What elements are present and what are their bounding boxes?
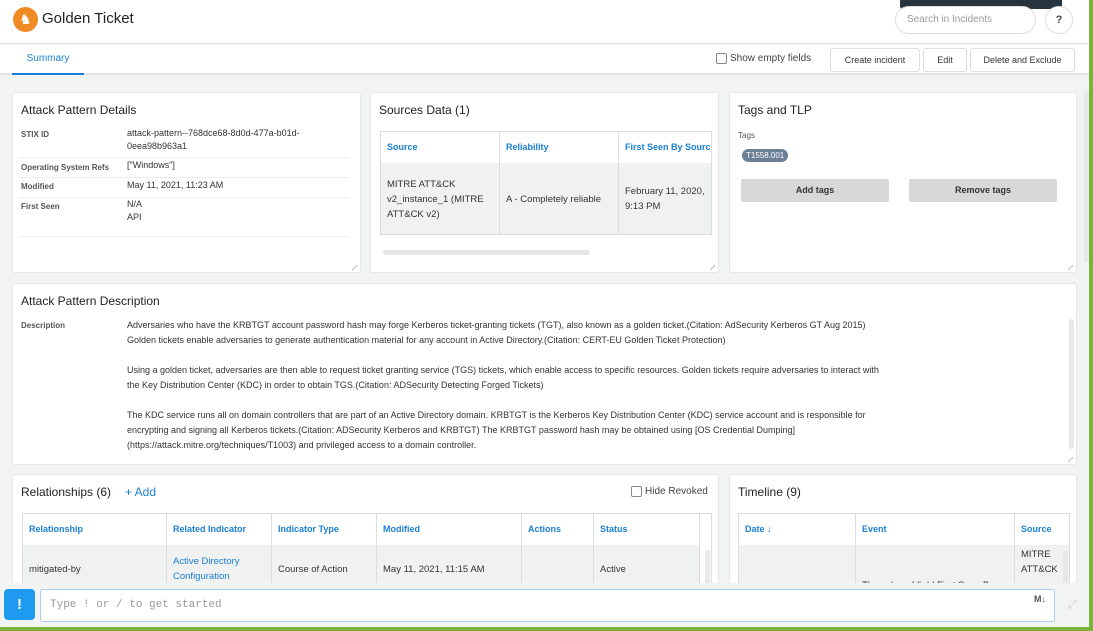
delete-and-exclude-button[interactable]: Delete and Exclude [970,48,1075,72]
help-button[interactable]: ? [1045,6,1073,34]
page-title: Golden Ticket [42,10,134,27]
markdown-icon[interactable]: M↓ [1034,592,1046,606]
card-title: Timeline (9) [738,485,801,499]
header: ♞ Golden Ticket Search in Incidents ? [0,0,1089,44]
chess-knight-icon: ♞ [13,7,38,32]
modified-value: May 11, 2021, 11:23 AM [127,180,224,190]
expand-icon[interactable]: ⤢ [1068,599,1077,612]
description-label: Description [21,321,66,330]
column-header-source[interactable]: Source [1015,514,1069,545]
card-title: Relationships (6) [21,485,112,499]
column-header-status[interactable]: Status [594,514,700,545]
column-header-related-indicator[interactable]: Related Indicator [167,514,272,545]
event-cell: The value of field First Seen By [856,545,1015,583]
relationship-cell: mitigated-by [23,545,167,583]
card-title: Tags and TLP [738,103,812,117]
first-seen-line1: N/A [127,199,143,209]
resize-handle[interactable] [1063,260,1074,271]
source-cell: MITRE ATT&CK v2_instance_1 (MITRE ATT&CK… [381,163,500,234]
divider [19,197,349,198]
attack-pattern-description-card: Attack Pattern Description Description A… [12,283,1077,465]
column-header-source[interactable]: Source [381,132,500,163]
relationships-card: Relationships (6) + Add Hide Revoked Rel… [12,474,719,584]
divider [19,157,349,158]
resize-handle[interactable] [347,260,358,271]
first-seen-label: First Seen [21,202,60,211]
window-frame-right [1089,0,1093,631]
search-input[interactable]: Search in Incidents [895,6,1036,34]
timeline-scrollbar[interactable] [1063,550,1068,583]
description-paragraph: The KDC service runs all on domain contr… [127,410,866,450]
modified-cell: May 11, 2021, 11:15 AM [377,545,522,583]
show-empty-fields-toggle[interactable]: Show empty fields [716,53,811,64]
first-seen-cell: February 11, 2020, 9:13 PM [619,163,711,234]
description-scrollbar[interactable] [1069,319,1074,449]
tags-label: Tags [738,131,755,140]
create-incident-button[interactable]: Create incident [830,48,920,72]
tab-summary[interactable]: Summary [12,45,84,75]
divider [19,177,349,178]
stix-id-line1: attack-pattern--768dce68-8d0d-477a-b01d- [127,128,300,138]
timeline-table: Date ↓ Event Source The value of field F… [738,513,1070,583]
reliability-cell: A - Completely reliable [500,163,619,234]
column-header-indicator-type[interactable]: Indicator Type [272,514,377,545]
cli-bar: ! Type ! or / to get started M↓ ⤢ [0,583,1089,627]
divider [19,236,349,237]
attack-pattern-details-card: Attack Pattern Details STIX ID attack-pa… [12,92,361,273]
resize-handle[interactable] [705,260,716,271]
hide-revoked-toggle[interactable]: Hide Revoked [631,486,708,497]
card-title: Attack Pattern Description [21,294,160,308]
relationships-table: Relationship Related Indicator Indicator… [22,513,712,583]
remove-tags-button[interactable]: Remove tags [909,179,1057,202]
date-cell [739,545,856,583]
column-header-first-seen[interactable]: First Seen By Source [619,132,711,163]
add-relationship-button[interactable]: + Add [125,485,156,499]
first-seen-value: N/A API [127,198,142,224]
card-title: Sources Data (1) [379,103,470,117]
show-empty-fields-label: Show empty fields [730,53,812,64]
column-header-event[interactable]: Event [856,514,1015,545]
window-frame-bottom [0,627,1093,631]
hide-revoked-label: Hide Revoked [645,486,708,497]
first-seen-line2: API [127,212,142,222]
description-paragraph: Adversaries who have the KRBTGT account … [127,320,866,345]
os-refs-value: ["Windows"] [127,160,175,170]
source-cell: MITRE ATT&CK [1015,545,1069,583]
stix-id-label: STIX ID [21,130,50,139]
timeline-card: Timeline (9) Date ↓ Event Source The val… [729,474,1077,584]
exclamation-icon[interactable]: ! [4,589,35,620]
description-paragraph: Using a golden ticket, adversaries are t… [127,365,879,390]
card-title: Attack Pattern Details [21,103,137,117]
os-refs-label: Operating System Refs [21,163,110,172]
column-header-modified[interactable]: Modified [377,514,522,545]
horizontal-scrollbar[interactable] [383,250,590,255]
edit-button[interactable]: Edit [923,48,967,72]
tab-bar: Summary Show empty fields Create inciden… [0,45,1089,75]
actions-cell[interactable] [522,545,594,583]
column-header-date[interactable]: Date ↓ [739,514,856,545]
stix-id-line2: 0eea98b963a1 [127,141,188,151]
column-header-reliability[interactable]: Reliability [500,132,619,163]
add-tags-button[interactable]: Add tags [741,179,889,202]
column-header-relationship[interactable]: Relationship [23,514,167,545]
tag-chip[interactable]: T1558.001 [742,149,789,162]
indicator-type-cell: Course of Action [272,545,377,583]
command-input[interactable]: Type ! or / to get started M↓ [40,589,1055,622]
show-empty-fields-checkbox[interactable] [716,53,727,64]
hide-revoked-checkbox[interactable] [631,486,642,497]
column-header-actions[interactable]: Actions [522,514,594,545]
modified-label: Modified [21,182,54,191]
related-indicator-link[interactable]: Active Directory Configuration [167,545,272,583]
relationships-scrollbar[interactable] [705,550,710,583]
tags-and-tlp-card: Tags and TLP Tags T1558.001 Add tags Rem… [729,92,1077,273]
sources-table: Source Reliability First Seen By Source … [380,131,712,235]
stix-id-value: attack-pattern--768dce68-8d0d-477a-b01d-… [127,127,300,153]
sources-data-card: Sources Data (1) Source Reliability Firs… [370,92,719,273]
command-input-placeholder: Type ! or / to get started [50,599,222,611]
status-cell: Active [594,545,700,583]
resize-handle[interactable] [1063,452,1074,463]
